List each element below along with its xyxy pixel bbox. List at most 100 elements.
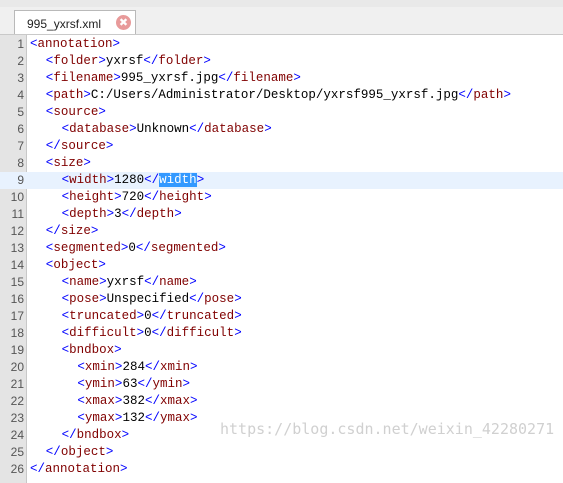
xml-text: 3 — [114, 207, 122, 221]
xml-bracket: </ — [137, 377, 153, 391]
code-line[interactable]: 3 <filename>995_yxrsf.jpg</filename> — [0, 70, 563, 87]
xml-bracket: < — [61, 190, 70, 204]
xml-text: Unspecified — [106, 292, 190, 306]
code-text: <object> — [46, 257, 106, 274]
code-line[interactable]: 26 </annotation> — [0, 461, 563, 478]
xml-bracket: < — [61, 309, 70, 323]
code-line[interactable]: 17 <truncated>0</truncated> — [0, 308, 563, 325]
code-text: <xmax>382</xmax> — [77, 393, 197, 410]
code-text: <size> — [46, 155, 91, 172]
xml-tag-name: ymin — [84, 377, 115, 391]
file-tab-label: 995_yxrsf.xml — [27, 17, 102, 31]
xml-bracket: </ — [135, 241, 151, 255]
code-line[interactable]: 11 <depth>3</depth> — [0, 206, 563, 223]
code-line[interactable]: 25 </object> — [0, 444, 563, 461]
code-text: <height>720</height> — [62, 189, 212, 206]
xml-bracket: </ — [61, 428, 77, 442]
xml-tag-name: xmax — [84, 394, 115, 408]
code-text: </object> — [46, 444, 114, 461]
xml-tag-name: bndbox — [69, 343, 115, 357]
code-line[interactable]: 1 <annotation> — [0, 36, 563, 53]
code-text: <database>Unknown</database> — [62, 121, 272, 138]
xml-tag-name: ymax — [84, 411, 115, 425]
line-number: 17 — [10, 309, 24, 323]
code-text: <source> — [46, 104, 106, 121]
line-number: 23 — [10, 411, 24, 425]
xml-tag-name: size — [60, 224, 91, 238]
xml-bracket: </ — [143, 54, 159, 68]
code-line[interactable]: 21 <ymin>63</ymin> — [0, 376, 563, 393]
xml-bracket: < — [61, 173, 70, 187]
xml-bracket: < — [61, 207, 70, 221]
xml-text: C:/Users/Administrator/Desktop/yxrsf995_… — [90, 88, 459, 102]
xml-bracket: </ — [189, 292, 205, 306]
line-number: 16 — [10, 292, 24, 306]
code-line[interactable]: 2 <folder>yxrsf</folder> — [0, 53, 563, 70]
code-text: <xmin>284</xmin> — [77, 359, 197, 376]
code-text: <ymin>63</ymin> — [77, 376, 190, 393]
code-text: <pose>Unspecified</pose> — [62, 291, 242, 308]
line-number: 6 — [17, 122, 24, 136]
code-line[interactable]: 5 <source> — [0, 104, 563, 121]
code-text: <bndbox> — [62, 342, 122, 359]
code-line[interactable]: 22 <xmax>382</xmax> — [0, 393, 563, 410]
xml-bracket: < — [61, 326, 70, 340]
tab-bar-top — [0, 0, 563, 7]
xml-tag-name: path — [53, 88, 84, 102]
xml-text: 1280 — [114, 173, 145, 187]
xml-tag-name: name — [69, 275, 100, 289]
code-line[interactable]: 6 <database>Unknown</database> — [0, 121, 563, 138]
xml-bracket: </ — [144, 394, 160, 408]
xml-bracket: > — [204, 190, 212, 204]
xml-tag-name: annotation — [37, 37, 113, 51]
xml-tag-name: source — [53, 105, 99, 119]
xml-bracket: > — [106, 207, 115, 221]
xml-tag-name: folder — [53, 54, 99, 68]
code-line[interactable]: 15 <name>yxrsf</name> — [0, 274, 563, 291]
code-text: </size> — [46, 223, 99, 240]
code-line[interactable]: 9 <width>1280</width> — [0, 172, 563, 189]
xml-bracket: > — [105, 445, 114, 459]
code-line[interactable]: 7 </source> — [0, 138, 563, 155]
xml-bracket: > — [99, 275, 107, 289]
xml-bracket: > — [112, 37, 121, 51]
xml-bracket: < — [30, 37, 38, 51]
xml-bracket: </ — [121, 207, 137, 221]
line-number: 22 — [10, 394, 24, 408]
xml-bracket: < — [77, 360, 85, 374]
code-line[interactable]: 12 </size> — [0, 223, 563, 240]
xml-bracket: </ — [30, 462, 46, 476]
code-line[interactable]: 8 <size> — [0, 155, 563, 172]
xml-tag-name: object — [53, 258, 99, 272]
xml-bracket: > — [189, 275, 197, 289]
xml-bracket: > — [503, 88, 511, 102]
xml-bracket: < — [61, 343, 70, 357]
code-line[interactable]: 16 <pose>Unspecified</pose> — [0, 291, 563, 308]
code-text: <folder>yxrsf</folder> — [46, 53, 211, 70]
code-text: </source> — [46, 138, 114, 155]
close-icon[interactable]: ✖ — [116, 15, 131, 30]
xml-tag-name: truncated — [166, 309, 235, 323]
code-line[interactable]: 18 <difficult>0</difficult> — [0, 325, 563, 342]
line-number: 3 — [17, 71, 24, 85]
xml-bracket: > — [189, 360, 198, 374]
xml-bracket: > — [182, 377, 190, 391]
xml-tag-name: depth — [136, 207, 175, 221]
code-line[interactable]: 14 <object> — [0, 257, 563, 274]
code-editor[interactable]: 1 <annotation> 2 <folder>yxrsf</folder> 3 <fi… — [0, 35, 563, 483]
code-text: <path>C:/Users/Administrator/Desktop/yxr… — [46, 87, 511, 104]
xml-bracket: > — [83, 156, 91, 170]
xml-bracket: </ — [218, 71, 234, 85]
xml-bracket: > — [106, 173, 115, 187]
code-text: <width>1280</width> — [61, 172, 204, 189]
xml-tag-name: difficult — [69, 326, 137, 340]
code-line[interactable]: 4 <path>C:/Users/Administrator/Desktop/yx… — [0, 87, 563, 104]
xml-tag-name: ymax — [159, 411, 190, 425]
code-line[interactable]: 19 <bndbox> — [0, 342, 563, 359]
code-line[interactable]: 13 <segmented>0</segmented> — [0, 240, 563, 257]
code-line[interactable]: 10 <height>720</height> — [0, 189, 563, 206]
xml-text: 0 — [128, 241, 136, 255]
file-tab[interactable]: 995_yxrsf.xml ✖ — [14, 10, 136, 34]
code-text: <name>yxrsf</name> — [62, 274, 197, 291]
code-line[interactable]: 20 <xmin>284</xmin> — [0, 359, 563, 376]
